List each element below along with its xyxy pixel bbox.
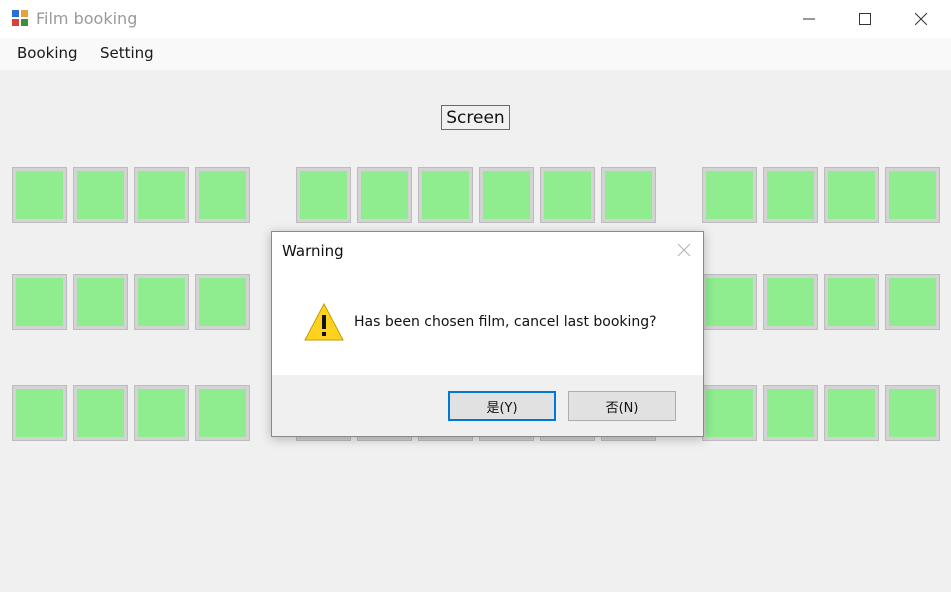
seat[interactable]	[540, 167, 595, 223]
maximize-button[interactable]	[837, 0, 893, 38]
close-button[interactable]	[893, 0, 949, 38]
seat[interactable]	[763, 385, 818, 441]
dialog-footer: 是(Y) 否(N)	[272, 375, 703, 436]
seat[interactable]	[824, 385, 879, 441]
seat[interactable]	[12, 385, 67, 441]
menu-bar: Booking Setting	[0, 38, 951, 70]
seat[interactable]	[702, 167, 757, 223]
seat[interactable]	[134, 274, 189, 330]
close-icon	[915, 13, 927, 25]
window-title: Film booking	[36, 9, 138, 28]
seat[interactable]	[824, 274, 879, 330]
screen-label: Screen	[441, 105, 510, 130]
menu-setting[interactable]: Setting	[100, 44, 154, 62]
warning-dialog: Warning Has been chosen film, cancel las…	[271, 231, 704, 437]
seat[interactable]	[12, 167, 67, 223]
warning-icon	[304, 302, 344, 341]
dialog-title: Warning	[282, 242, 344, 260]
seat[interactable]	[73, 385, 128, 441]
seat[interactable]	[763, 167, 818, 223]
seat[interactable]	[601, 167, 656, 223]
seat[interactable]	[296, 167, 351, 223]
yes-button[interactable]: 是(Y)	[448, 391, 556, 421]
seat[interactable]	[195, 274, 250, 330]
seat[interactable]	[702, 385, 757, 441]
seat[interactable]	[702, 274, 757, 330]
seat[interactable]	[195, 167, 250, 223]
minimize-button[interactable]	[781, 0, 837, 38]
dialog-message: Has been chosen film, cancel last bookin…	[354, 314, 657, 330]
seat[interactable]	[134, 385, 189, 441]
seat[interactable]	[73, 274, 128, 330]
minimize-icon	[803, 18, 815, 20]
seat[interactable]	[418, 167, 473, 223]
title-bar: Film booking	[0, 0, 951, 38]
seat[interactable]	[195, 385, 250, 441]
seat[interactable]	[357, 167, 412, 223]
seat[interactable]	[885, 385, 940, 441]
seat[interactable]	[134, 167, 189, 223]
seat[interactable]	[12, 274, 67, 330]
seat[interactable]	[479, 167, 534, 223]
seat[interactable]	[763, 274, 818, 330]
maximize-icon	[859, 13, 871, 25]
no-button[interactable]: 否(N)	[568, 391, 676, 421]
seat[interactable]	[824, 167, 879, 223]
app-icon	[12, 10, 29, 27]
seat[interactable]	[885, 167, 940, 223]
seat[interactable]	[885, 274, 940, 330]
menu-booking[interactable]: Booking	[17, 44, 78, 62]
close-icon[interactable]	[675, 241, 693, 259]
seat[interactable]	[73, 167, 128, 223]
